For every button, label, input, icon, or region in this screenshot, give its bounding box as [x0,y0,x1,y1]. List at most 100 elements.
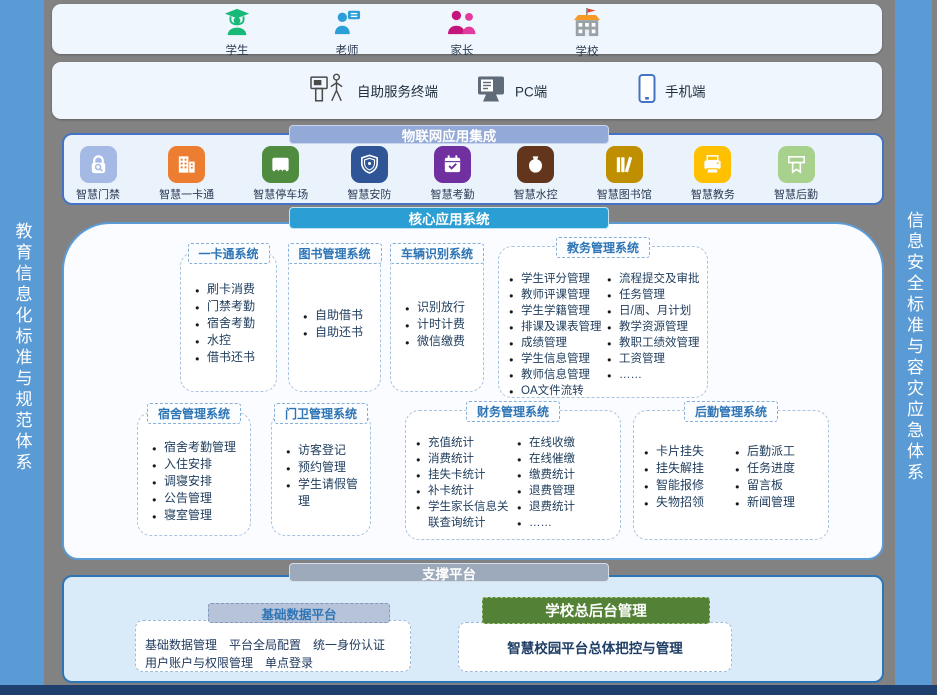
list-item: 访客登记 [286,442,366,459]
list-item: 门禁考勤 [195,298,272,315]
list-item: 退费管理 [517,483,618,499]
list-item: 预约管理 [286,459,366,476]
smart-campus-architecture-diagram: 教育信息化标准与规范体系 信息安全标准与容灾应急体系 学生 老师 [0,0,937,695]
bottom-strip [0,685,937,695]
system-card-onecard: 一卡通系统 刷卡消费 门禁考勤 宿舍考勤 水控 借书还书 [180,252,277,392]
backend-management-title: 学校总后台管理 [482,597,710,624]
feature-list: 在线收缴 在线催缴 缴费统计 退费管理 退费统计 …… [517,435,618,531]
list-item: 刷卡消费 [195,281,272,298]
list-item: …… [607,367,705,383]
feature-columns: 卡片挂失 挂失解挂 智能报修 失物招领 后勤派工 任务进度 留言板 新闻管理 [634,411,828,515]
list-item: 教师评课管理 [509,287,607,303]
support-section-header: 支撑平台 [289,563,609,582]
list-item: OA文件流转 [509,383,607,399]
feature-list: 后勤派工 任务进度 留言板 新闻管理 [735,443,826,511]
base-data-platform-title: 基础数据平台 [208,603,390,623]
feature-list: 充值统计 消费统计 挂失卡统计 补卡统计 学生家长信息关联查询统计 [416,435,517,531]
desktop-icon [476,74,506,107]
terminal-label: 自助服务终端 [357,81,438,101]
system-title: 图书管理系统 [287,243,381,264]
list-item: 寝室管理 [152,507,246,524]
list-item: 学生信息管理 [509,351,607,367]
list-item: 补卡统计 [416,483,517,499]
iot-label: 智慧水控 [514,186,558,202]
feature-list: 自助借书 自助还书 [289,253,380,391]
feature-list: 流程提交及审批 任务管理 日/周、月计划 教学资源管理 教职工绩效管理 工资管理… [607,271,705,399]
list-item: 在线收缴 [517,435,618,451]
calendar-check-icon [434,146,471,183]
feature-list: 识别放行 计时计费 微信缴费 [391,253,483,391]
system-title: 门卫管理系统 [274,403,368,424]
list-item: …… [517,515,618,531]
user-label: 学校 [550,43,624,59]
iot-items-row: 智慧门禁 智慧一卡通 [76,146,818,202]
parking-card-icon [262,146,299,183]
parents-icon [446,23,478,40]
backend-management-box: 智慧校园平台总体把控与管理 [458,622,732,672]
right-standards-bar: 信息安全标准与容灾应急体系 [895,0,932,695]
list-item: 失物招领 [644,494,735,511]
system-title: 车辆识别系统 [390,243,484,264]
list-item: 流程提交及审批 [607,271,705,287]
school-icon [571,24,603,41]
list-item: 新闻管理 [735,494,826,511]
system-card-finance: 财务管理系统 充值统计 消费统计 挂失卡统计 补卡统计 学生家长信息关联查询统计… [405,410,621,540]
system-card-academic: 教务管理系统 学生评分管理 教师评课管理 学生学籍管理 排课及课表管理 成绩管理… [498,246,708,398]
terminal-label: PC端 [515,81,547,101]
teacher-icon [332,23,362,40]
base-platform-line1: 基础数据管理 平台全局配置 统一身份认证 [145,636,402,654]
list-item: 学生学籍管理 [509,303,607,319]
left-standards-bar: 教育信息化标准与规范体系 [0,0,44,695]
list-item: 日/周、月计划 [607,303,705,319]
list-item: 在线催缴 [517,451,618,467]
user-student: 学生 [200,8,274,58]
access-lock-icon [80,146,117,183]
books-icon [606,146,643,183]
printer-icon [694,146,731,183]
system-card-vehicle: 车辆识别系统 识别放行 计时计费 微信缴费 [390,252,484,392]
water-jar-icon [517,146,554,183]
list-item: 卡片挂失 [644,443,735,460]
user-school: 学校 [550,8,624,59]
terminal-kiosk: 自助服务终端 [308,71,438,110]
bookmark-icon [778,146,815,183]
iot-label: 智慧停车场 [253,186,308,202]
core-section-header: 核心应用系统 [289,207,609,229]
iot-security: 智慧安防 [347,146,391,202]
list-item: 后勤派工 [735,443,826,460]
building-icon [168,146,205,183]
list-item: 借书还书 [195,349,272,366]
iot-label: 智慧一卡通 [159,186,214,202]
base-platform-line2: 用户账户与权限管理 单点登录 [145,654,402,672]
list-item: 微信缴费 [405,333,479,350]
system-title: 宿舍管理系统 [147,403,241,424]
left-standards-text: 教育信息化标准与规范体系 [10,222,35,474]
list-item: 调寝安排 [152,473,246,490]
list-item: 消费统计 [416,451,517,467]
feature-list: 宿舍考勤管理 入住安排 调寝安排 公告管理 寝室管理 [138,413,250,530]
list-item: 水控 [195,332,272,349]
shield-icon [351,146,388,183]
list-item: 教师信息管理 [509,367,607,383]
iot-label: 智慧图书馆 [597,186,652,202]
list-item: 排课及课表管理 [509,319,607,335]
list-item: 公告管理 [152,490,246,507]
iot-section-header: 物联网应用集成 [289,125,609,144]
list-item: 智能报修 [644,477,735,494]
iot-label: 智慧安防 [347,186,391,202]
system-title: 一卡通系统 [187,243,269,264]
terminal-mobile: 手机端 [638,73,706,108]
iot-logistics: 智慧后勤 [774,146,818,202]
base-data-platform-box: 基础数据管理 平台全局配置 统一身份认证 用户账户与权限管理 单点登录 [135,620,411,672]
iot-label: 智慧教务 [691,186,735,202]
list-item: 自助还书 [303,324,376,341]
system-title: 后勤管理系统 [684,401,778,422]
list-item: 宿舍考勤管理 [152,439,246,456]
list-item: 学生评分管理 [509,271,607,287]
terminals-panel: 自助服务终端 PC端 手机端 [52,62,882,119]
system-card-library: 图书管理系统 自助借书 自助还书 [288,252,381,392]
list-item: 任务进度 [735,460,826,477]
iot-academic: 智慧教务 [691,146,735,202]
system-card-logistics: 后勤管理系统 卡片挂失 挂失解挂 智能报修 失物招领 后勤派工 任务进度 留言板… [633,410,829,540]
system-title: 财务管理系统 [466,401,560,422]
